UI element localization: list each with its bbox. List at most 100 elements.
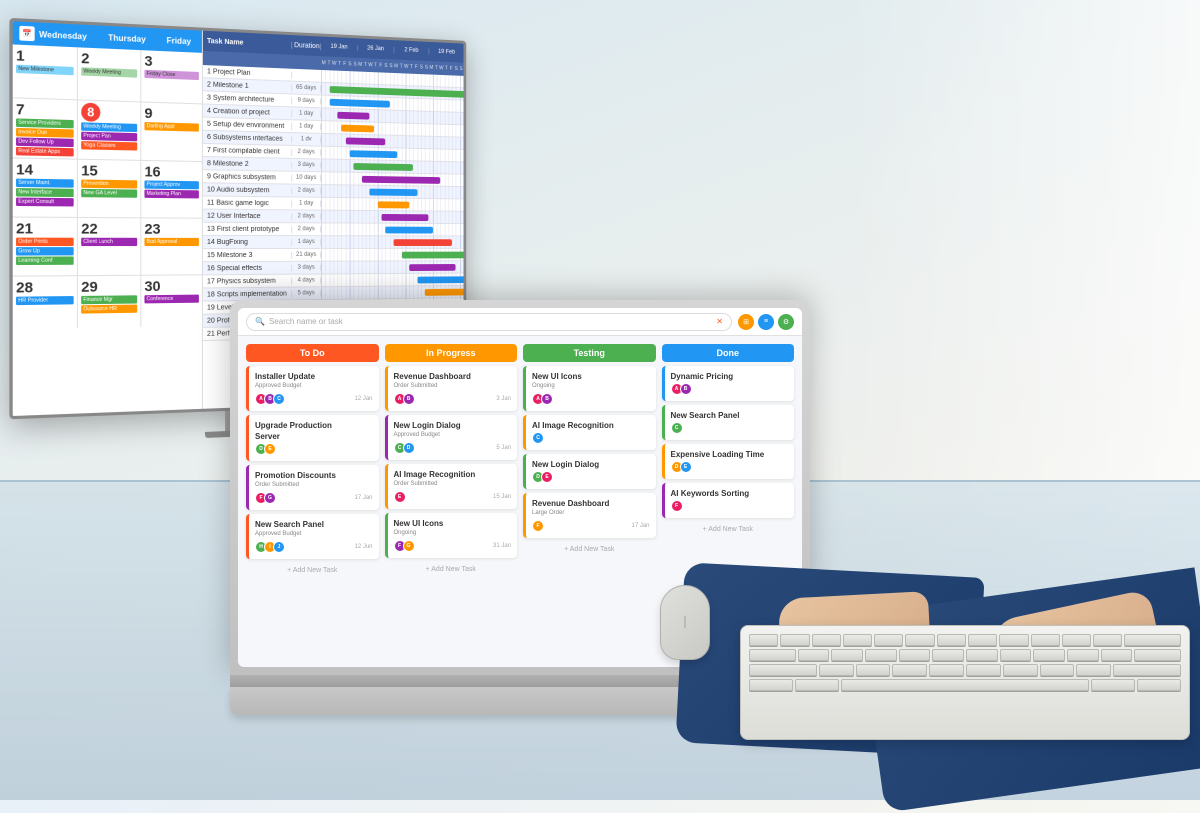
gantt-bar [378,201,410,208]
card-date: 3 Jan [496,396,511,402]
clear-search-icon[interactable]: ✕ [716,317,723,326]
kanban-card[interactable]: New Login Dialog Approved Budget C D 5 J… [385,415,518,460]
kanban-card[interactable]: AI Image Recognition Order Submitted E 1… [385,464,518,509]
gantt-bar [350,150,398,158]
card-title: Upgrade Production [255,421,373,430]
kanban-card[interactable]: Revenue Dashboard Order Submitted A B 3 … [385,366,518,411]
avatar: J [273,541,285,553]
card-subtitle: Order Submitted [394,383,512,389]
kanban-search[interactable]: 🔍 Search name or task ✕ [246,313,732,331]
gantt-task-name: 6 Subsystems interfaces [203,133,292,142]
gantt-bar [354,163,414,171]
card-title: Dynamic Pricing [671,372,789,381]
gantt-bar [341,125,373,133]
card-title-2: Server [255,432,373,441]
gantt-task-name: 1 Project Plan [203,68,292,79]
kanban-col-todo: To Do Installer Update Approved Budget A… [246,344,379,659]
card-title: AI Image Recognition [532,421,650,430]
card-footer: C [532,432,650,444]
kanban-card[interactable]: AI Image Recognition C [523,415,656,450]
card-avatars: E [394,491,406,503]
col-header-todo: To Do [246,344,379,362]
card-avatars: A B [394,393,415,405]
card-footer: D E [255,443,373,455]
add-task-testing[interactable]: + Add New Task [523,542,656,557]
gantt-task-name: 8 Milestone 2 [203,160,292,169]
avatar: B [680,383,692,395]
card-subtitle: Order Submitted [255,482,373,488]
kanban-card[interactable]: Promotion Discounts Order Submitted F G … [246,465,379,510]
card-footer: F 17 Jan [532,520,650,532]
gantt-duration: 9 days [292,97,321,104]
kanban-card[interactable]: New Search Panel Approved Budget H I J 1… [246,514,379,559]
gantt-task-name: 13 First client prototype [203,225,292,232]
gantt-bar [401,252,463,259]
gantt-task-name: 4 Creation of project [203,107,292,117]
gantt-bar [370,189,417,196]
gantt-bar-area [321,211,463,224]
gantt-bar-area [321,223,463,235]
card-subtitle: Order Submitted [394,481,512,487]
gantt-task-name: 18 Scripts implementation [203,290,292,298]
gantt-duration: 3 days [292,265,321,271]
card-footer: F G 31 Jan [394,540,512,552]
add-task-inprogress[interactable]: + Add New Task [385,562,518,577]
kanban-card[interactable]: Installer Update Approved Budget A B C 1… [246,366,379,411]
card-avatars: H I J [255,541,285,553]
gantt-bar [394,239,452,246]
card-subtitle: Approved Budget [255,383,373,389]
gantt-bar [337,112,369,120]
gantt-task-name: 3 System architecture [203,94,292,104]
card-title: AI Image Recognition [394,470,512,479]
col-header-done: Done [662,344,795,362]
avatar: F [532,520,544,532]
kanban-card[interactable]: New UI Icons Ongoing F G 31 Jan [385,513,518,558]
gantt-duration: 1 day [292,123,321,130]
gantt-row: 13 First client prototype2 days [203,223,464,237]
gantt-task-name: 9 Graphics subsystem [203,173,292,181]
gantt-duration: 3 days [292,162,321,168]
kanban-card[interactable]: Dynamic Pricing A B [662,366,795,401]
gantt-bar-area [321,198,463,211]
view-list-button[interactable]: ≡ [758,314,774,330]
gantt-duration: 2 days [292,188,321,194]
card-footer: D E [532,471,650,483]
gantt-duration: 10 days [292,175,321,181]
kanban-card[interactable]: New UI Icons Ongoing A B [523,366,656,411]
gantt-duration: 1 days [292,239,321,245]
gantt-task-name: 11 Basic game logic [203,199,292,207]
kanban-card[interactable]: New Login Dialog D E [523,454,656,489]
add-task-todo[interactable]: + Add New Task [246,563,379,578]
view-grid-button[interactable]: ⊞ [738,314,754,330]
gantt-duration: 1 dv [292,136,321,143]
card-footer: E 15 Jan [394,491,512,503]
gantt-bar-area [321,249,463,261]
card-subtitle: Ongoing [394,530,512,536]
kanban-card[interactable]: Upgrade Production Server D E [246,415,379,461]
avatar: E [541,471,553,483]
gantt-row: 14 BugFixing1 days [203,236,464,249]
card-footer: A B 3 Jan [394,393,512,405]
card-avatars: C D [394,442,415,454]
gantt-duration: 4 days [292,277,321,283]
avatar: G [403,540,415,552]
card-subtitle: Approved Budget [255,531,373,537]
card-date: 12 Jun [354,544,372,550]
card-subtitle: Ongoing [532,383,650,389]
kanban-topbar: 🔍 Search name or task ✕ ⊞ ≡ ⚙ [238,308,802,336]
settings-button[interactable]: ⚙ [778,314,794,330]
card-title: New Login Dialog [532,460,650,469]
gantt-row: 15 Milestone 321 days [203,249,464,262]
col-header-testing: Testing [523,344,656,362]
card-avatars: F G [394,540,415,552]
gantt-duration: 2 days [292,213,321,219]
avatar: B [403,393,415,405]
avatar: C [532,432,544,444]
gantt-bar [382,214,429,221]
gantt-bar [425,288,464,295]
gantt-bar [409,264,456,271]
card-date: 17 Jan [354,495,372,501]
gantt-task-name: 17 Physics subsystem [203,277,292,285]
avatar: D [403,442,415,454]
kanban-card[interactable]: Revenue Dashboard Large Order F 17 Jan [523,493,656,538]
